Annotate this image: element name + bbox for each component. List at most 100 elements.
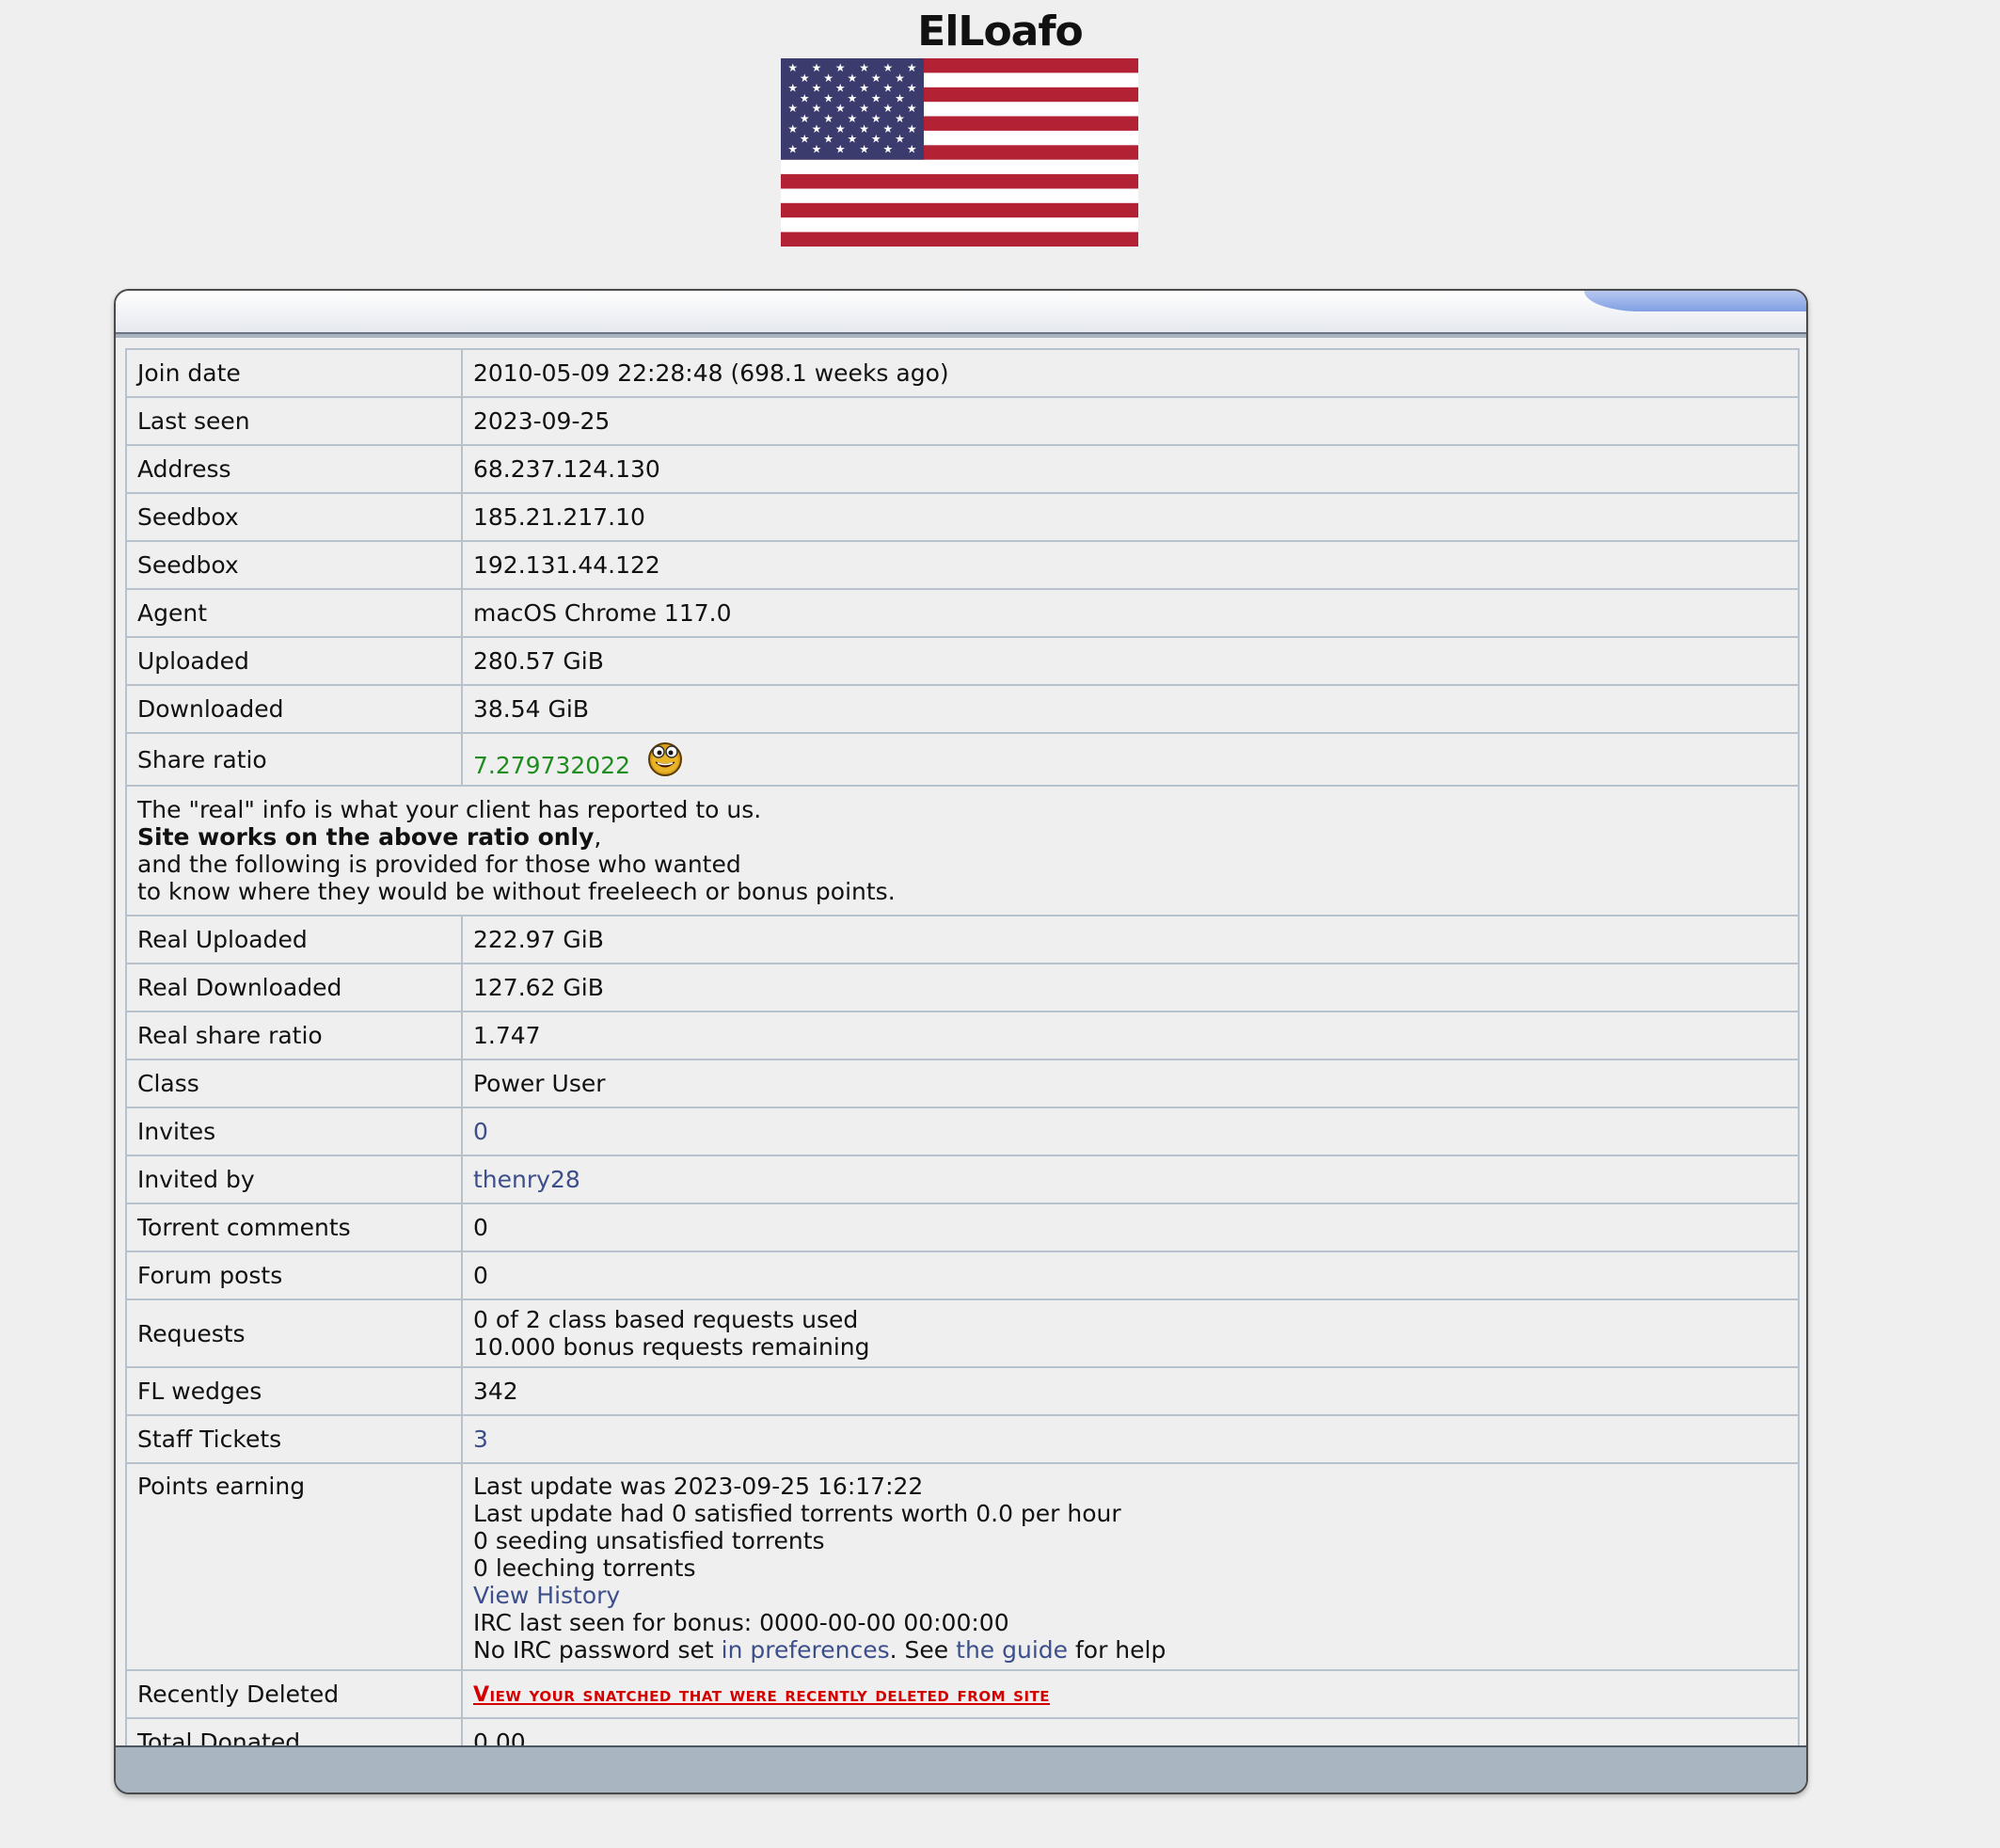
row-label: Real Downloaded [125, 963, 463, 1012]
flag-star: ★ [895, 133, 905, 146]
flag-star: ★ [835, 82, 846, 95]
panel-header-tab [1584, 291, 1806, 311]
table-row: Forum posts 0 [125, 1251, 1800, 1300]
flag-star: ★ [859, 142, 869, 155]
row-label: Forum posts [125, 1251, 463, 1300]
recently-deleted-link[interactable]: View your snatched that were recently de… [473, 1683, 1050, 1707]
note-line: The "real" info is what your client has … [137, 796, 762, 823]
panel-header [116, 291, 1806, 334]
irc-text: No IRC password set [473, 1636, 722, 1664]
flag-star: ★ [871, 112, 881, 125]
uploaded-value: 280.57 GiB [461, 636, 1800, 686]
flag-star: ★ [871, 72, 881, 85]
table-row: Real Downloaded 127.62 GiB [125, 963, 1800, 1012]
table-row: Points earning Last update was 2023-09-2… [125, 1462, 1800, 1671]
happy-face-icon [647, 742, 682, 776]
flag-star: ★ [883, 122, 894, 135]
flag-star: ★ [787, 102, 798, 115]
flag-star: ★ [787, 82, 798, 95]
flag-star: ★ [835, 122, 846, 135]
irc-text: . See [889, 1636, 957, 1664]
points-line: View History [473, 1582, 1787, 1609]
profile-username: ElLoafo [917, 8, 1083, 56]
flag-star: ★ [787, 122, 798, 135]
table-row: Seedbox 185.21.217.10 [125, 492, 1800, 542]
invites-link[interactable]: 0 [473, 1118, 488, 1145]
staff-tickets-link[interactable]: 3 [473, 1426, 488, 1453]
flag-star: ★ [823, 91, 833, 104]
us-flag-icon: ★ ★ ★ ★ ★ ★★ ★ ★ ★ ★★ ★ ★ ★ ★ ★★ ★ ★ ★ ★★ ★ ★ ★ ★ ★★ ★ ★ ★ ★★ ★ ★ ★ ★ ★★… [781, 58, 1138, 247]
real-uploaded-value: 222.97 GiB [461, 915, 1800, 964]
row-label: Downloaded [125, 684, 463, 734]
flag-star: ★ [883, 102, 894, 115]
table-row: The "real" info is what your client has … [125, 785, 1800, 916]
row-label: Class [125, 1059, 463, 1108]
table-row: Staff Tickets 3 [125, 1414, 1800, 1464]
flag-star: ★ [859, 102, 869, 115]
row-label: Share ratio [125, 732, 463, 787]
table-row: Address 68.237.124.130 [125, 444, 1800, 494]
flag-star: ★ [895, 91, 905, 104]
flag-star: ★ [800, 112, 810, 125]
flag-star: ★ [800, 91, 810, 104]
row-label: Real share ratio [125, 1011, 463, 1060]
flag-star: ★ [835, 61, 846, 74]
preferences-link[interactable]: in preferences [722, 1636, 890, 1664]
note-line: and the following is provided for those … [137, 851, 741, 878]
flag-star: ★ [859, 61, 869, 74]
guide-link[interactable]: the guide [956, 1636, 1068, 1664]
flag-star: ★ [848, 91, 858, 104]
inviter-link[interactable]: thenry28 [473, 1166, 580, 1193]
real-share-ratio-value: 1.747 [461, 1011, 1800, 1060]
table-row: Torrent comments 0 [125, 1203, 1800, 1252]
real-info-note: The "real" info is what your client has … [125, 785, 1800, 916]
recently-deleted-cell: View your snatched that were recently de… [461, 1669, 1800, 1719]
flag-star: ★ [787, 61, 798, 74]
table-row: Recently Deleted View your snatched that… [125, 1669, 1800, 1719]
flag-star: ★ [848, 112, 858, 125]
row-label: Join date [125, 348, 463, 398]
flag-star: ★ [871, 133, 881, 146]
flag-star: ★ [907, 102, 917, 115]
flag-star: ★ [812, 102, 822, 115]
seedbox-value: 192.131.44.122 [461, 540, 1800, 590]
table-row: FL wedges 342 [125, 1366, 1800, 1416]
flag-star: ★ [859, 122, 869, 135]
flag-star: ★ [883, 142, 894, 155]
row-label: Uploaded [125, 636, 463, 686]
note-line: Site works on the above ratio only, [137, 823, 1787, 851]
row-label: Invited by [125, 1155, 463, 1204]
invited-by-cell: thenry28 [461, 1155, 1800, 1204]
flag-star: ★ [800, 72, 810, 85]
row-label: Requests [125, 1298, 463, 1368]
last-seen-value: 2023-09-25 [461, 396, 1800, 446]
row-label: Staff Tickets [125, 1414, 463, 1464]
row-label: Last seen [125, 396, 463, 446]
flag-star: ★ [883, 61, 894, 74]
note-line: to know where they would be without free… [137, 878, 896, 905]
address-value: 68.237.124.130 [461, 444, 1800, 494]
table-row: Class Power User [125, 1059, 1800, 1108]
table-row: Agent macOS Chrome 117.0 [125, 588, 1800, 638]
irc-text: for help [1068, 1636, 1167, 1664]
profile-panel: Join date 2010-05-09 22:28:48 (698.1 wee… [114, 289, 1808, 1794]
view-history-link[interactable]: View History [473, 1582, 620, 1609]
flag-star: ★ [812, 61, 822, 74]
table-row: Last seen 2023-09-25 [125, 396, 1800, 446]
points-line: 0 seeding unsatisfied torrents [473, 1527, 825, 1554]
table-row: Real share ratio 1.747 [125, 1011, 1800, 1060]
flag-star: ★ [907, 142, 917, 155]
row-label: Seedbox [125, 540, 463, 590]
fl-wedges-value: 342 [461, 1366, 1800, 1416]
flag-star: ★ [895, 112, 905, 125]
downloaded-value: 38.54 GiB [461, 684, 1800, 734]
seedbox-value: 185.21.217.10 [461, 492, 1800, 542]
flag-star: ★ [823, 72, 833, 85]
note-punct: , [594, 823, 602, 851]
points-line: Last update had 0 satisfied torrents wor… [473, 1500, 1121, 1527]
flag-star: ★ [787, 142, 798, 155]
flag-star: ★ [800, 133, 810, 146]
row-label: Recently Deleted [125, 1669, 463, 1719]
table-row: Join date 2010-05-09 22:28:48 (698.1 wee… [125, 348, 1800, 398]
points-line: No IRC password set in preferences. See … [473, 1636, 1787, 1664]
